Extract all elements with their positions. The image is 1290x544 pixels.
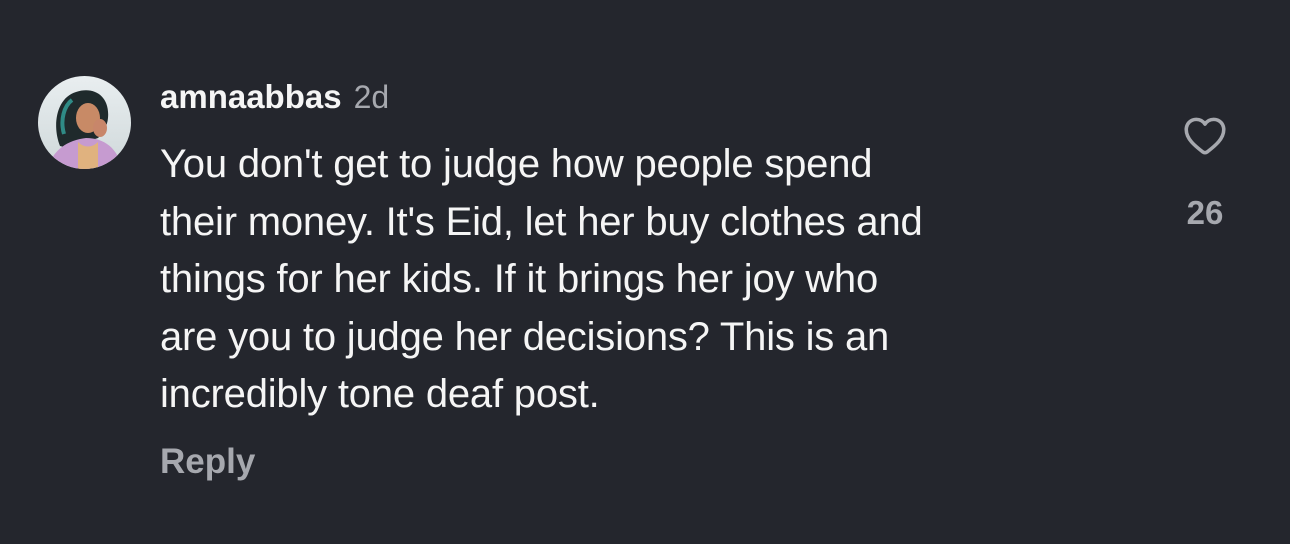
user-avatar-icon bbox=[38, 76, 131, 169]
comment-meta: amnaabbas 2d bbox=[160, 78, 1120, 122]
avatar[interactable] bbox=[38, 76, 131, 169]
comment-item: amnaabbas 2d You don't get to judge how … bbox=[0, 0, 1290, 544]
like-section: 26 bbox=[1170, 110, 1240, 232]
timestamp: 2d bbox=[353, 79, 390, 115]
like-count: 26 bbox=[1186, 194, 1224, 231]
heart-icon[interactable] bbox=[1180, 110, 1230, 160]
username-link[interactable]: amnaabbas bbox=[160, 78, 342, 116]
comment-text: You don't get to judge how people spend … bbox=[160, 142, 923, 416]
comment-content: amnaabbas 2d You don't get to judge how … bbox=[160, 78, 1120, 424]
reply-button[interactable]: Reply bbox=[160, 442, 255, 482]
